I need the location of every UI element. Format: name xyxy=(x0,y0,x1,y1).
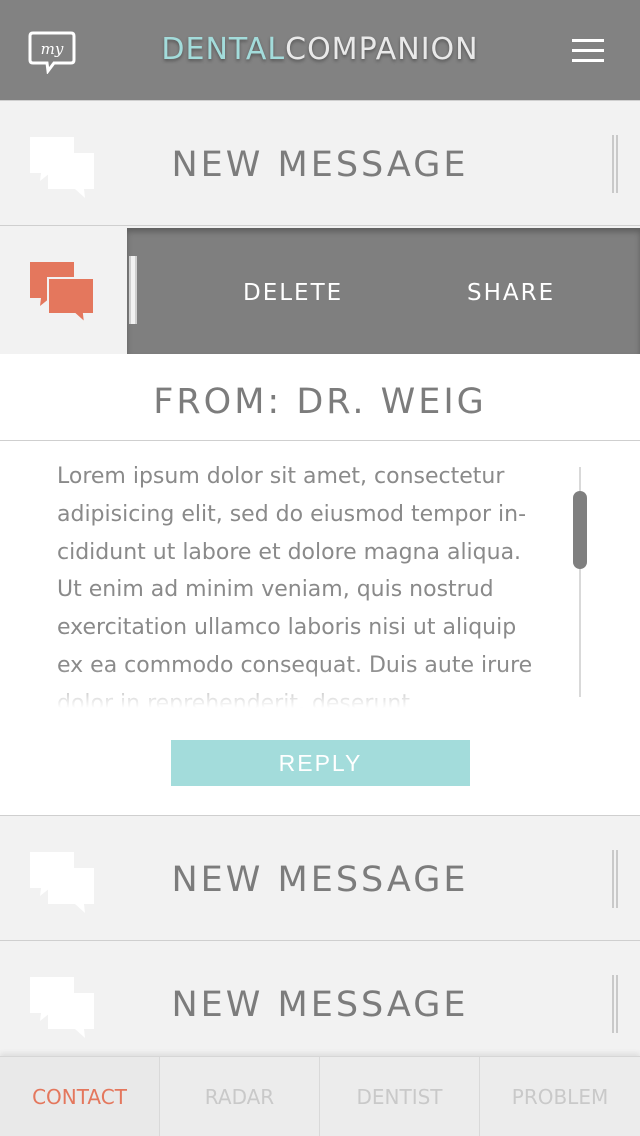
hamburger-icon[interactable] xyxy=(572,39,604,63)
nav-tab-dentist[interactable]: DENTIST xyxy=(320,1057,480,1136)
message-row[interactable]: NEW MESSAGE xyxy=(0,815,640,941)
message-title: NEW MESSAGE xyxy=(171,145,469,185)
selected-message-row[interactable]: DELETE SHARE xyxy=(0,228,640,354)
nav-tab-contact[interactable]: CONTACT xyxy=(0,1057,160,1136)
nav-tab-radar[interactable]: RADAR xyxy=(160,1057,320,1136)
message-title: NEW MESSAGE xyxy=(171,985,469,1025)
nav-tab-problem[interactable]: PROBLEM xyxy=(480,1057,640,1136)
bottom-nav: CONTACT RADAR DENTIST PROBLEM xyxy=(0,1056,640,1136)
drag-handle[interactable] xyxy=(612,850,618,908)
message-actions-panel: DELETE SHARE xyxy=(127,228,640,354)
message-detail: FROM: DR. WEIG Lorem ipsum dolor sit ame… xyxy=(0,354,640,816)
message-title: NEW MESSAGE xyxy=(171,860,469,900)
chat-bubbles-icon xyxy=(30,262,95,324)
message-body-container[interactable]: Lorem ipsum dolor sit amet, consectetur … xyxy=(57,458,537,708)
message-row[interactable]: NEW MESSAGE xyxy=(0,100,640,226)
scrollbar-thumb[interactable] xyxy=(573,491,587,569)
app-title-dental: DENTAL xyxy=(161,32,286,67)
body-fade-overlay xyxy=(57,668,537,708)
drag-handle[interactable] xyxy=(612,975,618,1033)
drag-handle[interactable] xyxy=(612,135,618,193)
message-from: FROM: DR. WEIG xyxy=(0,354,640,441)
reply-button[interactable]: REPLY xyxy=(171,740,470,786)
app-title: DENTALCOMPANION xyxy=(0,32,640,67)
share-button[interactable]: SHARE xyxy=(467,280,555,306)
app-title-companion: COMPANION xyxy=(285,32,479,67)
delete-button[interactable]: DELETE xyxy=(243,280,343,306)
app-header: my DENTALCOMPANION xyxy=(0,0,640,100)
message-row[interactable]: NEW MESSAGE xyxy=(0,940,640,1066)
drag-handle[interactable] xyxy=(129,256,137,324)
